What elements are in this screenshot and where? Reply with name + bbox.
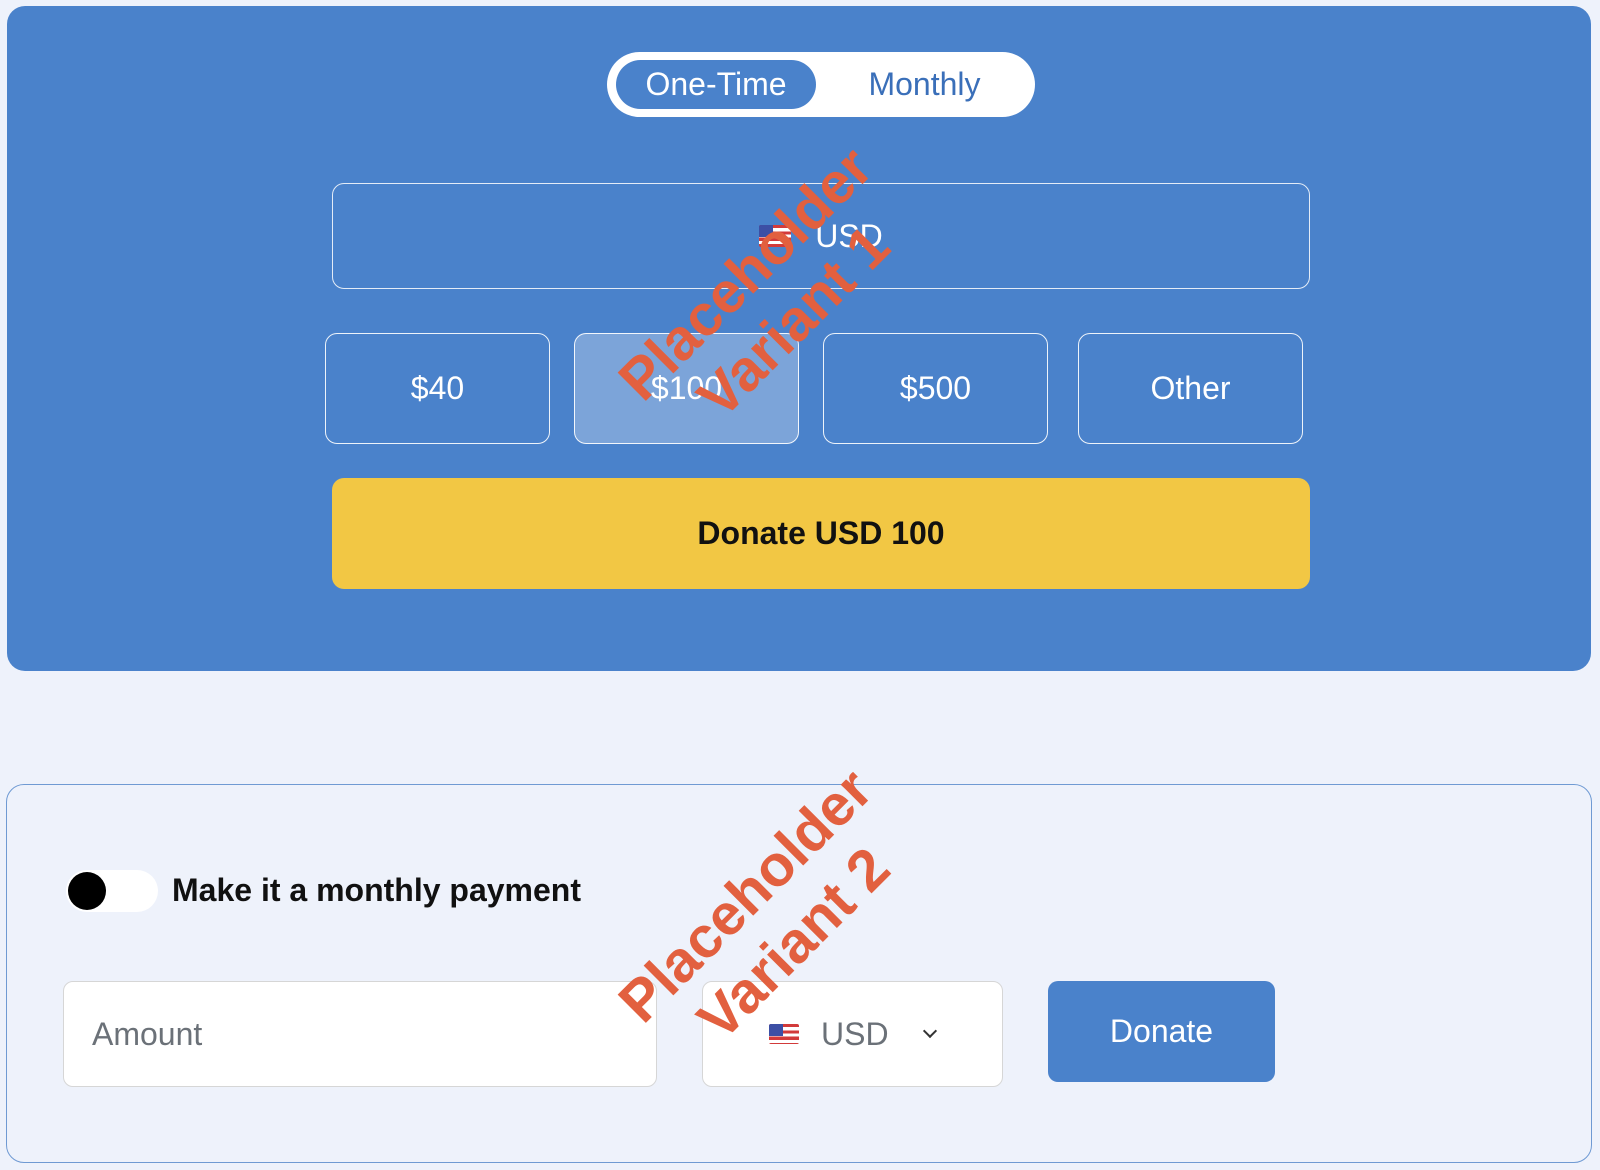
donate-button[interactable]: Donate: [1048, 981, 1275, 1082]
amount-button-500[interactable]: $500: [823, 333, 1048, 444]
currency-code: USD: [821, 1015, 889, 1052]
one-time-option[interactable]: One-Time: [616, 60, 816, 109]
donation-panel-variant-1: One-Time Monthly USD $40 $100 $500 Other…: [7, 6, 1591, 671]
monthly-payment-label: Make it a monthly payment: [172, 872, 581, 908]
donation-panel-variant-2: Make it a monthly payment USD Donate: [6, 784, 1592, 1163]
monthly-payment-switch[interactable]: [66, 870, 158, 912]
us-flag-icon: [759, 225, 792, 247]
us-flag-icon: [769, 1024, 799, 1044]
currency-code: USD: [815, 217, 883, 254]
monthly-option[interactable]: Monthly: [822, 60, 1027, 109]
currency-select[interactable]: USD: [702, 981, 1003, 1087]
frequency-toggle: One-Time Monthly: [607, 52, 1035, 117]
amount-button-other[interactable]: Other: [1078, 333, 1303, 444]
amount-input[interactable]: [63, 981, 657, 1087]
chevron-down-icon: [922, 1023, 937, 1039]
donate-button[interactable]: Donate USD 100: [332, 478, 1310, 589]
amount-button-100[interactable]: $100: [574, 333, 799, 444]
switch-knob: [68, 872, 106, 910]
donation-form-variants: One-Time Monthly USD $40 $100 $500 Other…: [0, 0, 1600, 1170]
amount-button-40[interactable]: $40: [325, 333, 550, 444]
currency-selector[interactable]: USD: [332, 183, 1310, 289]
